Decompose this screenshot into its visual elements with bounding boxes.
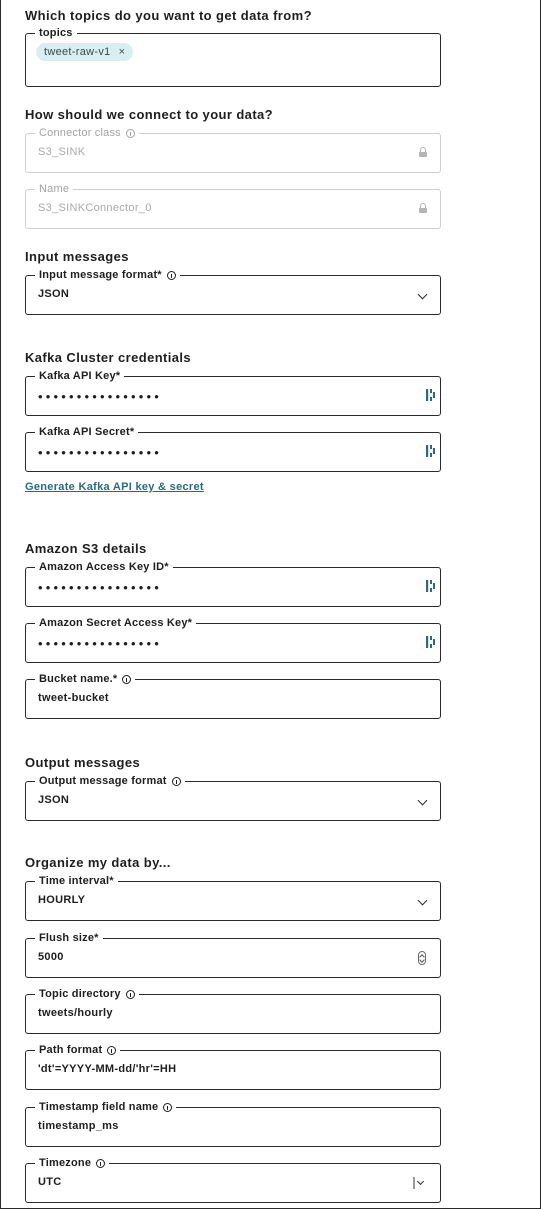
info-icon[interactable] [171, 776, 181, 786]
cursor-bar [413, 1177, 415, 1189]
connection-section-title: How should we connect to your data? [25, 107, 274, 122]
kafka-api-secret-label: Kafka API Secret* [35, 425, 139, 439]
kafka-api-key-label-text: Kafka API Key* [39, 370, 121, 382]
topic-chip-label: tweet-raw-v1 [44, 46, 111, 58]
flush-size-value: 5000 [38, 951, 64, 963]
kafka-api-key-value: •••••••••••••••• [38, 389, 163, 404]
topic-directory-label: Topic directory [35, 987, 139, 1001]
input-format-select[interactable]: Input message format* JSON [25, 268, 441, 315]
lock-icon [419, 147, 427, 158]
topic-directory-label-text: Topic directory [39, 988, 121, 1000]
time-interval-value: HOURLY [38, 894, 86, 906]
kafka-section-title: Kafka Cluster credentials [25, 350, 192, 365]
kafka-api-key-label: Kafka API Key* [35, 369, 125, 383]
timezone-label-text: Timezone [39, 1157, 92, 1169]
timezone-value: UTC [38, 1176, 62, 1188]
aws-secret-key-field[interactable]: Amazon Secret Access Key* ••••••••••••••… [25, 616, 441, 663]
flush-size-label-text: Flush size* [39, 932, 99, 944]
timestamp-field-value: timestamp_ms [38, 1120, 119, 1132]
aws-access-key-field[interactable]: Amazon Access Key ID* •••••••••••••••• [25, 560, 441, 607]
timestamp-field-label-text: Timestamp field name [39, 1101, 159, 1113]
chevron-down-icon [417, 289, 428, 300]
aws-access-key-label-text: Amazon Access Key ID* [39, 561, 169, 573]
timestamp-field-input[interactable]: Timestamp field name timestamp_ms [25, 1100, 441, 1147]
output-format-label-text: Output message format [39, 775, 167, 787]
topic-directory-input[interactable]: Topic directory tweets/hourly [25, 987, 441, 1034]
connector-name-label: Name [35, 182, 74, 196]
topics-input[interactable]: topics tweet-raw-v1 × [25, 26, 441, 87]
info-icon[interactable] [166, 270, 176, 280]
input-format-label-text: Input message format* [39, 269, 162, 281]
chevron-down-icon [417, 795, 428, 806]
stepper-icon[interactable] [418, 951, 426, 965]
kafka-api-secret-value: •••••••••••••••• [38, 445, 163, 460]
time-interval-label-text: Time interval* [39, 875, 114, 887]
info-icon[interactable] [163, 1102, 173, 1112]
timestamp-field-label: Timestamp field name [35, 1100, 177, 1114]
reveal-password-icon[interactable] [426, 579, 436, 593]
bucket-name-input[interactable]: Bucket name.* tweet-bucket [25, 672, 441, 719]
connector-class-label-text: Connector class [39, 127, 121, 139]
topic-chip: tweet-raw-v1 × [36, 43, 134, 61]
topics-label-text: topics [39, 27, 73, 39]
connector-name-label-text: Name [39, 183, 70, 195]
output-format-value: JSON [38, 794, 70, 806]
aws-secret-key-label-text: Amazon Secret Access Key* [39, 617, 193, 629]
info-icon[interactable] [107, 1045, 117, 1055]
bucket-name-label-text: Bucket name.* [39, 673, 118, 685]
output-section-title: Output messages [25, 755, 141, 770]
connector-class-value: S3_SINK [38, 146, 86, 158]
timezone-label: Timezone [35, 1156, 110, 1170]
connector-class-label: Connector class [35, 126, 139, 140]
connector-name-field: Name S3_SINKConnector_0 [25, 182, 441, 229]
bucket-name-label: Bucket name.* [35, 672, 136, 686]
info-icon[interactable] [122, 674, 132, 684]
form-frame: Which topics do you want to get data fro… [0, 0, 541, 1209]
aws-secret-key-label: Amazon Secret Access Key* [35, 616, 197, 630]
organize-section-title: Organize my data by... [25, 855, 171, 870]
kafka-api-secret-field[interactable]: Kafka API Secret* •••••••••••••••• [25, 425, 441, 472]
topic-directory-value: tweets/hourly [38, 1007, 113, 1019]
bucket-name-value: tweet-bucket [38, 692, 109, 704]
path-format-input[interactable]: Path format 'dt'=YYYY-MM-dd/'hr'=HH [25, 1043, 441, 1090]
time-interval-label: Time interval* [35, 874, 118, 888]
generate-api-key-link[interactable]: Generate Kafka API key & secret [25, 481, 204, 493]
aws-access-key-value: •••••••••••••••• [38, 580, 163, 595]
time-interval-select[interactable]: Time interval* HOURLY [25, 874, 441, 921]
kafka-api-secret-label-text: Kafka API Secret* [39, 426, 135, 438]
connector-name-value: S3_SINKConnector_0 [38, 202, 152, 214]
reveal-password-icon[interactable] [426, 388, 436, 402]
connector-class-field: Connector class S3_SINK [25, 126, 441, 173]
reveal-password-icon[interactable] [426, 444, 436, 458]
timezone-select[interactable]: Timezone UTC [25, 1156, 441, 1203]
chip-remove-icon[interactable]: × [119, 46, 126, 58]
path-format-value: 'dt'=YYYY-MM-dd/'hr'=HH [38, 1063, 177, 1075]
input-format-label: Input message format* [35, 268, 180, 282]
reveal-password-icon[interactable] [426, 635, 436, 649]
flush-size-input[interactable]: Flush size* 5000 [25, 931, 441, 978]
chevron-down-icon [417, 895, 428, 906]
info-icon[interactable] [125, 989, 135, 999]
chevron-shape [416, 1177, 425, 1186]
s3-section-title: Amazon S3 details [25, 541, 147, 556]
topics-label: topics [35, 26, 77, 40]
flush-size-label: Flush size* [35, 931, 103, 945]
info-icon[interactable] [96, 1158, 106, 1168]
chevron-down-icon [413, 1177, 427, 1189]
path-format-label: Path format [35, 1043, 121, 1057]
output-format-label: Output message format [35, 774, 185, 788]
aws-access-key-label: Amazon Access Key ID* [35, 560, 173, 574]
info-icon[interactable] [125, 128, 135, 138]
path-format-label-text: Path format [39, 1044, 103, 1056]
topics-section-title: Which topics do you want to get data fro… [25, 8, 312, 23]
output-format-select[interactable]: Output message format JSON [25, 774, 441, 821]
lock-icon [419, 203, 427, 214]
aws-secret-key-value: •••••••••••••••• [38, 636, 163, 651]
input-section-title: Input messages [25, 249, 129, 264]
kafka-api-key-field[interactable]: Kafka API Key* •••••••••••••••• [25, 369, 441, 416]
input-format-value: JSON [38, 288, 70, 300]
